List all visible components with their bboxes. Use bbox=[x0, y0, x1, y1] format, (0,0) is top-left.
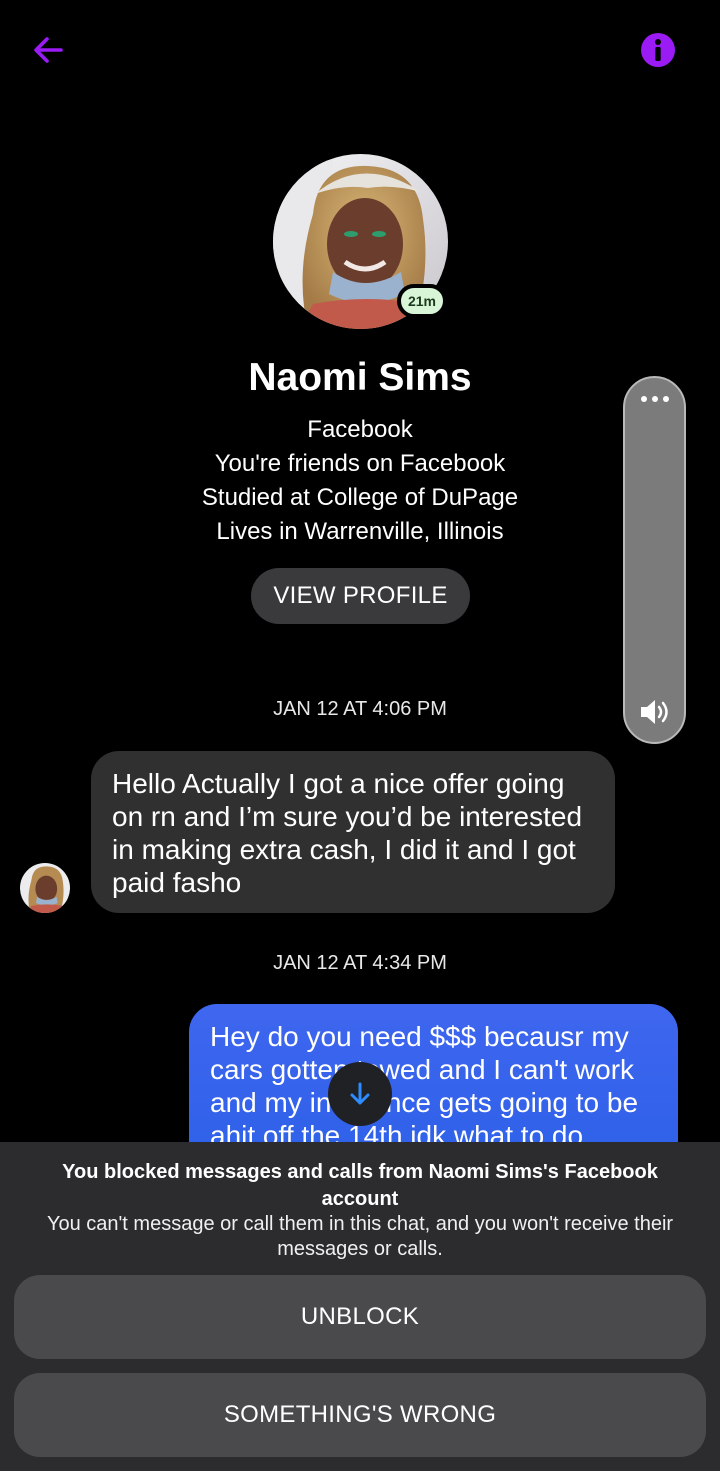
active-time-badge: 21m bbox=[397, 284, 447, 318]
back-button[interactable] bbox=[26, 28, 70, 72]
more-dots-icon[interactable] bbox=[625, 396, 684, 402]
chat-screen: 21m Naomi Sims Facebook You're friends o… bbox=[0, 0, 720, 1471]
unblock-button[interactable]: UNBLOCK bbox=[14, 1275, 706, 1359]
profile-friendship: You're friends on Facebook bbox=[214, 450, 506, 477]
volume-slider-overlay[interactable] bbox=[623, 376, 686, 744]
something-wrong-button[interactable]: SOMETHING'S WRONG bbox=[14, 1373, 706, 1457]
blocked-title: You blocked messages and calls from Naom… bbox=[62, 1161, 658, 1210]
profile-source: Facebook bbox=[307, 416, 413, 443]
view-profile-button[interactable]: VIEW PROFILE bbox=[251, 568, 470, 624]
profile-education: Studied at College of DuPage bbox=[201, 484, 519, 511]
incoming-message-bubble[interactable]: Hello Actually I got a nice offer going … bbox=[91, 751, 615, 913]
info-icon bbox=[641, 33, 675, 67]
arrow-left-icon bbox=[34, 37, 63, 63]
message-timestamp: JAN 12 AT 4:06 PM bbox=[273, 698, 447, 720]
blocked-description: You can't message or call them in this c… bbox=[46, 1213, 674, 1260]
profile-location: Lives in Warrenville, Illinois bbox=[216, 518, 504, 545]
info-button[interactable] bbox=[636, 28, 680, 72]
speaker-icon[interactable] bbox=[635, 692, 675, 732]
sender-avatar[interactable] bbox=[20, 863, 70, 913]
blocked-notice-panel: You blocked messages and calls from Naom… bbox=[0, 1142, 720, 1471]
scroll-to-bottom-button[interactable] bbox=[328, 1062, 392, 1126]
arrow-down-icon bbox=[350, 1082, 370, 1105]
profile-details: Facebook You're friends on Facebook Stud… bbox=[0, 413, 720, 549]
profile-name: Naomi Sims bbox=[248, 356, 472, 399]
profile-avatar-container[interactable]: 21m bbox=[273, 154, 448, 329]
message-timestamp: JAN 12 AT 4:34 PM bbox=[273, 952, 447, 974]
